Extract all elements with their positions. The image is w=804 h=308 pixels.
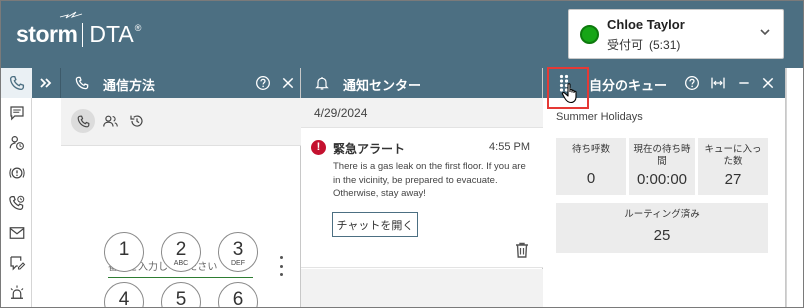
stat-value: 25 [653,227,671,244]
panel-title: 自分のキュー [589,78,668,93]
alert-icon: ! [311,140,326,155]
dial-key-number: 1 [118,239,130,260]
help-icon[interactable] [684,75,700,91]
more-options-button[interactable] [277,256,285,276]
notification-date-row: 4/29/2024 [301,98,543,128]
minimize-icon[interactable] [736,75,752,91]
panel-title: 通知センター [343,78,422,93]
alert-message: There is a gas leak on the first floor. … [333,161,526,199]
rail-item-call-history[interactable] [1,188,32,218]
dial-key-number: 6 [232,289,244,308]
mode-history-button[interactable] [125,109,149,133]
open-chat-button[interactable]: チャットを開く [332,212,418,237]
queue-name: Summer Holidays [556,111,643,123]
stat-label: 待ち呼数 [571,144,610,155]
rail-item-alerts[interactable] [1,158,32,188]
user-name: Chloe Taylor [607,17,685,32]
user-status: 受付可 (5:31) [607,36,680,53]
dial-key-3[interactable]: 3 DEF [218,232,258,272]
rail-item-user-clock[interactable] [1,128,32,158]
rail-item-chat[interactable] [1,98,32,128]
hand-cursor-icon [561,83,577,104]
alert-circle-icon [8,167,25,179]
logo-storm: storm [16,21,78,47]
resize-width-icon[interactable] [710,75,726,91]
dial-key-letters: ABC [173,260,189,267]
dial-key-number: 2 [175,239,187,260]
stat-entered-queue: キューに入った数 27 [698,138,768,195]
notification-panel-header: 通知センター [301,68,542,98]
mail-icon [9,227,24,239]
alert-time: 4:55 PM [489,141,530,153]
stat-label: ルーティング済み [624,209,700,220]
logo-registered: ® [134,22,142,33]
rail-item-phone[interactable] [1,68,32,98]
chat-icon [9,106,24,121]
double-chevron-right-icon [40,78,52,88]
mode-contacts-button[interactable] [98,109,122,133]
dial-key-letters: DEF [231,260,245,267]
dial-key-2[interactable]: 2 ABC [161,232,201,272]
stat-waiting-calls: 待ち呼数 0 [556,138,626,195]
phone-icon [75,76,89,90]
notification-panel: 通知センター 4/29/2024 ! 緊急アラート 4:55 PM There … [301,68,543,307]
notification-list-empty-area [301,269,543,307]
chevron-down-icon[interactable] [759,26,771,38]
status-indicator [580,25,599,44]
mode-phone-button[interactable] [71,109,95,133]
logo-divider [82,22,84,47]
stat-label: 現在の待ち時間 [633,144,691,167]
phone-history-icon [8,195,24,210]
dial-key-5[interactable]: 5 [161,282,201,308]
left-rail [1,68,32,307]
phone-icon [77,115,89,127]
dial-key-number: 4 [118,289,130,308]
stat-value: 27 [724,171,742,188]
my-queue-panel: 自分のキュー Summer Holidays 待ち呼数 0 現在の待ち時間 0:… [543,67,786,307]
trash-icon[interactable] [515,242,529,258]
alarm-light-icon [10,285,23,299]
close-icon[interactable] [280,75,296,91]
close-icon[interactable] [760,75,776,91]
user-status-label: 受付可 [607,38,644,52]
user-status-menu[interactable]: Chloe Taylor 受付可 (5:31) [568,9,784,59]
brand-logo: storm DTA ® [16,11,142,48]
status-timer: (5:31) [649,38,681,52]
phone-icon [9,75,24,91]
alert-title: 緊急アラート [333,142,406,156]
user-clock-icon [9,136,24,150]
notification-date: 4/29/2024 [314,106,368,120]
dial-key-number: 5 [175,289,187,308]
panel-title: 通信方法 [103,78,156,93]
stat-routed: ルーティング済み 25 [556,203,768,253]
lightning-icon [59,11,83,19]
stat-value: 0:00:00 [636,171,688,188]
dial-key-4[interactable]: 4 [104,282,144,308]
edit-message-icon [9,256,25,271]
communication-panel: 通信方法 1 2ABC 3DEF 4 5 6 [61,68,301,308]
stat-value: 0 [586,170,596,187]
contacts-icon [102,115,118,127]
right-scroll-gutter[interactable] [786,68,803,307]
stat-label: キューに入った数 [704,144,762,167]
communication-mode-bar [61,98,301,146]
stat-current-wait: 現在の待ち時間 0:00:00 [629,138,695,195]
rail-item-mail[interactable] [1,218,32,248]
rail-item-compose[interactable] [1,248,32,278]
dial-key-1[interactable]: 1 [104,232,144,272]
dial-key-number: 3 [232,239,244,260]
rail-item-emergency[interactable] [1,278,32,307]
logo-dta: DTA [89,21,134,47]
dial-key-6[interactable]: 6 [218,282,258,308]
alert-card: ! 緊急アラート 4:55 PM There is a gas leak on … [301,128,543,268]
top-bar: storm DTA ® Chloe Taylor 受付可 (5:31) [1,1,803,68]
app-window: storm DTA ® Chloe Taylor 受付可 (5:31) 通信方法… [0,0,804,308]
expand-panels-button[interactable] [32,68,61,98]
bell-icon [315,77,329,90]
communication-panel-header: 通信方法 [61,68,300,98]
help-icon[interactable] [255,75,271,91]
history-icon [130,115,143,127]
